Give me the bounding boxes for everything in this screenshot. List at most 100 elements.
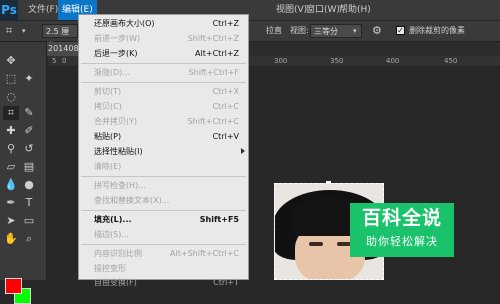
tool-preset-chevron-icon[interactable]: ▾ [22,23,26,39]
eyedropper-icon[interactable]: ✎ [21,106,37,120]
menu-item-label: 合并拷贝(Y) [94,117,138,126]
tools-panel: ✥ ⬚ ✦ ◌ ⌗ ✎ ✚ ✐ ⚲ ↺ ▱ ▤ 💧 ● ✒ T ➤ ▭ ✋ ⌕ [0,42,47,304]
watermark-title: 百科全说 [361,207,442,229]
ruler-label: 0 [62,57,67,65]
crop-handle[interactable] [326,181,331,184]
menu-item-label: 后退一步(K) [94,49,138,58]
view-label: 视图: [290,26,309,35]
menu-item-clear[interactable]: 清除(E) [79,159,248,174]
menu-item-label: 选择性粘贴(I) [94,147,143,156]
menu-item-undo-canvas-size[interactable]: 还原画布大小(O) Ctrl+Z [79,16,248,31]
gear-icon[interactable]: ⚙ [372,23,382,39]
menu-item-label: 操控变形 [94,264,126,273]
ruler-label: 400 [386,57,400,65]
menu-item-spell-check[interactable]: 拼写检查(H)... [79,178,248,193]
ruler-label: 5 [52,57,57,65]
ruler-label: 300 [274,57,288,65]
menu-item-shortcut: Shift+Ctrl+Z [187,34,239,43]
clone-stamp-icon[interactable]: ⚲ [3,142,19,156]
photoshop-logo: Ps [0,0,18,20]
menu-separator [81,82,246,83]
options-bar: ⌗ ▾ 2.5 厘米 W x 拉直 视图: 三等分 ▾ ⚙ ✓ 删除裁剪的像素 [0,21,500,50]
submenu-arrow-icon [241,148,245,154]
menu-item-puppet-warp[interactable]: 操控变形 [79,261,248,276]
ruler-label: 350 [330,57,344,65]
brush-tool-icon[interactable]: ✐ [21,124,37,138]
delete-pixels-checkbox[interactable]: ✓ [396,26,405,35]
straighten-button[interactable]: 拉直 [266,23,282,39]
foreground-color-swatch[interactable] [5,278,22,294]
ratio-field[interactable]: 2.5 厘米 W x [42,24,78,50]
crop-tool-icon[interactable]: ⌗ [6,23,12,39]
pen-tool-icon[interactable]: ✒ [3,196,19,210]
menu-item-label: 描边(S)... [94,230,129,239]
hand-tool-icon[interactable]: ✋ [3,232,19,246]
type-tool-icon[interactable]: T [21,196,37,210]
menu-item-label: 拷贝(C) [94,102,122,111]
ruler-label: 450 [444,57,458,65]
menu-separator [81,210,246,211]
path-selection-icon[interactable]: ➤ [3,214,19,228]
menu-item-shortcut: Ctrl+V [212,132,239,141]
delete-pixels-label: 删除裁剪的像素 [409,26,465,35]
menu-item-step-backward[interactable]: 后退一步(K) Alt+Ctrl+Z [79,46,248,61]
eraser-tool-icon[interactable]: ▱ [3,160,19,174]
menu-item-step-forward[interactable]: 前进一步(W) Shift+Ctrl+Z [79,31,248,46]
menu-item-label: 还原画布大小(O) [94,19,155,28]
menu-item-paste[interactable]: 粘贴(P) Ctrl+V [79,129,248,144]
rectangle-tool-icon[interactable]: ▭ [21,214,37,228]
menu-item-paste-special[interactable]: 选择性粘贴(I) [79,144,248,159]
menu-item-shortcut: Ctrl+X [212,87,239,96]
menu-item-copy-merged[interactable]: 合并拷贝(Y) Shift+Ctrl+C [79,114,248,129]
marquee-tool-icon[interactable]: ⬚ [3,72,19,86]
menu-item-label: 清除(E) [94,162,122,171]
menu-item-label: 填充(L)... [94,215,132,224]
magic-wand-icon[interactable]: ✦ [21,72,37,86]
chevron-down-icon[interactable]: ▾ [353,23,357,39]
zoom-tool-icon[interactable]: ⌕ [21,232,37,246]
watermark-subtitle: 助你轻松解决 [366,235,438,248]
menu-item-shortcut: Ctrl+C [212,102,239,111]
menu-item-label: 剪切(T) [94,87,122,96]
menu-item-label: 前进一步(W) [94,34,141,43]
menu-bar: Ps 文件(F) 编辑(E) 视图(V) 窗口(W) 帮助(H) [0,0,500,21]
menu-item-fade[interactable]: 渐隐(D)... Shift+Ctrl+F [79,65,248,80]
menu-separator [81,176,246,177]
lasso-tool-icon[interactable]: ◌ [3,90,19,104]
photo-eye [337,242,351,246]
menu-item-shortcut: Alt+Ctrl+Z [195,49,239,58]
menu-item-cut[interactable]: 剪切(T) Ctrl+X [79,84,248,99]
edit-menu-dropdown: 还原画布大小(O) Ctrl+Z 前进一步(W) Shift+Ctrl+Z 后退… [78,14,249,287]
menu-item-shortcut: Alt+Shift+Ctrl+C [170,249,239,258]
menu-item-label: 粘贴(P) [94,132,122,141]
photo-eye [309,242,323,246]
menu-help[interactable]: 帮助(H) [335,0,375,20]
menu-item-stroke[interactable]: 描边(S)... [79,227,248,242]
menu-item-label: 内容识别比例 [94,249,142,258]
menu-item-fill[interactable]: 填充(L)... Shift+F5 [79,212,248,227]
menu-item-label: 渐隐(D)... [94,68,131,77]
history-brush-icon[interactable]: ↺ [21,142,37,156]
menu-file[interactable]: 文件(F) [24,0,62,20]
menu-separator [81,63,246,64]
menu-item-shortcut: Shift+Ctrl+C [187,117,239,126]
menu-item-shortcut: Ctrl+Z [212,19,239,28]
healing-brush-icon[interactable]: ✚ [3,124,19,138]
menu-item-find-replace[interactable]: 查找和替换文本(X)... [79,193,248,208]
menu-item-shortcut: Ctrl+T [213,278,239,287]
menu-separator [81,244,246,245]
menu-item-shortcut: Shift+F5 [199,215,239,224]
menu-item-label: 拼写检查(H)... [94,181,146,190]
menu-item-copy[interactable]: 拷贝(C) Ctrl+C [79,99,248,114]
menu-item-content-aware-scale[interactable]: 内容识别比例 Alt+Shift+Ctrl+C [79,246,248,261]
crop-tool-icon[interactable]: ⌗ [3,106,19,120]
move-tool-icon[interactable]: ✥ [3,54,19,68]
watermark-badge: 百科全说 助你轻松解决 [350,203,454,257]
menu-item-free-transform[interactable]: 自由变换(F) Ctrl+T [79,275,248,290]
dodge-tool-icon[interactable]: ● [21,178,37,192]
menu-item-label: 查找和替换文本(X)... [94,196,170,205]
gradient-tool-icon[interactable]: ▤ [21,160,37,174]
menu-item-shortcut: Shift+Ctrl+F [188,68,239,77]
blur-tool-icon[interactable]: 💧 [3,178,19,192]
menu-item-label: 自由变换(F) [94,278,137,287]
